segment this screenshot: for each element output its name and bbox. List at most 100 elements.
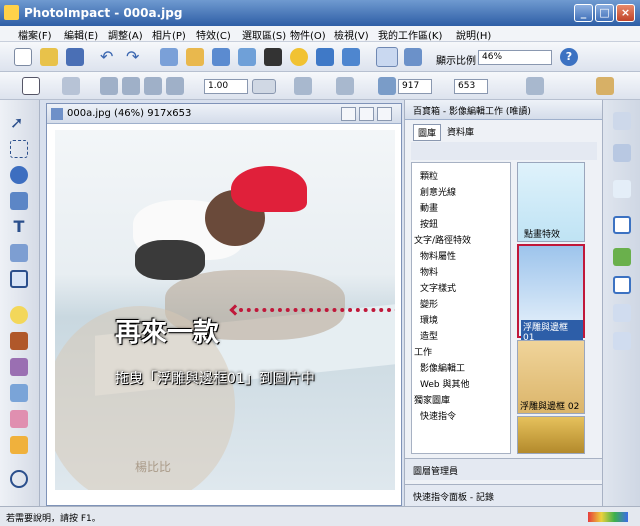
tab-gallery[interactable]: 圖庫 (413, 124, 442, 141)
tree-item[interactable]: 環境 (420, 313, 438, 326)
menu-file[interactable]: 檔案(F) (18, 27, 52, 42)
quick-command-bar[interactable]: 快速指令面板 - 記錄 (405, 484, 603, 506)
height-input[interactable]: 653 (454, 79, 488, 94)
scale-icon[interactable] (378, 77, 396, 95)
panel-icon[interactable] (613, 248, 631, 266)
selection-tool-icon[interactable] (10, 140, 28, 158)
panel-icon[interactable] (613, 112, 631, 130)
view-icon[interactable] (404, 48, 422, 66)
align-icon[interactable] (336, 77, 354, 95)
position-icon[interactable] (526, 77, 544, 95)
minimize-button[interactable]: _ (574, 4, 593, 22)
crop-tool-icon[interactable] (10, 270, 28, 288)
gallery-tree[interactable]: 顆粒 創意光線 動畫 按鈕 文字/路徑特效 物料屬性 物料 文字樣式 變形 環境… (411, 162, 511, 454)
rotate-left-icon[interactable] (144, 77, 162, 95)
chart-icon[interactable] (212, 48, 230, 66)
thumb-emboss-frame-01[interactable]: 浮雕與邊框 01 (517, 244, 585, 343)
menu-adjust[interactable]: 調整(A) (108, 27, 143, 42)
rotate-spin[interactable] (252, 79, 276, 94)
thumb-emboss-frame-02[interactable]: 浮雕與邊框 02 (517, 340, 585, 414)
panel-icon[interactable] (613, 216, 631, 234)
image-canvas[interactable]: 再來一款 拖曳「浮雕與邊框01」到圖片中 楊比比 (55, 130, 395, 490)
close-button[interactable]: × (616, 4, 635, 22)
redo-icon[interactable]: ↷ (126, 48, 144, 66)
bezier-tool-icon[interactable] (10, 192, 28, 210)
lasso-tool-icon[interactable] (10, 166, 28, 184)
brightness-icon[interactable] (290, 48, 308, 66)
tree-item[interactable]: 變形 (420, 297, 438, 310)
brush-icon[interactable] (264, 48, 282, 66)
bucket-tool-icon[interactable] (10, 436, 28, 454)
menu-photo[interactable]: 相片(P) (152, 27, 186, 42)
tree-item[interactable]: 文字樣式 (420, 281, 456, 294)
tree-item[interactable]: 動畫 (420, 201, 438, 214)
menu-object[interactable]: 物件(O) (290, 27, 326, 42)
select-icon[interactable] (62, 77, 80, 95)
rotate-right-icon[interactable] (166, 77, 184, 95)
thumb-gold[interactable] (517, 416, 585, 454)
panel-icon[interactable] (613, 144, 631, 162)
doc-maximize-button[interactable] (359, 107, 374, 121)
paint-tool-icon[interactable] (10, 332, 28, 350)
tree-item[interactable]: 顆粒 (420, 169, 438, 182)
tree-item[interactable]: 工作 (414, 345, 432, 358)
doc-minimize-button[interactable] (341, 107, 356, 121)
zoom-tool-icon[interactable] (10, 470, 28, 488)
eraser-tool-icon[interactable] (10, 410, 28, 428)
paste-icon[interactable] (186, 48, 204, 66)
tree-item[interactable]: 創意光線 (420, 185, 456, 198)
object-mode-icon[interactable] (22, 77, 40, 95)
monitor-icon[interactable] (316, 48, 334, 66)
tree-item[interactable]: 影像編輯工 (420, 361, 465, 374)
flip-vertical-icon[interactable] (122, 77, 140, 95)
app-logo-icon (4, 5, 19, 20)
web-icon[interactable] (342, 48, 360, 66)
fill-tool-icon[interactable] (10, 306, 28, 324)
standard-toolbar: ↶ ↷ 顯示比例 46% ? (0, 42, 640, 72)
tree-item[interactable]: Web 與其他 (420, 377, 469, 390)
maximize-button[interactable]: □ (595, 4, 614, 22)
tool-mode-icon[interactable] (376, 47, 398, 67)
tree-item[interactable]: 快速指令 (420, 409, 456, 422)
tree-item[interactable]: 按鈕 (420, 217, 438, 230)
open-icon[interactable] (40, 48, 58, 66)
tab-library[interactable]: 資料庫 (443, 124, 478, 139)
width-input[interactable]: 917 (398, 79, 432, 94)
pick-tool-icon[interactable]: ➚ (10, 114, 28, 132)
zoom-select[interactable]: 46% (478, 50, 552, 65)
save-icon[interactable] (66, 48, 84, 66)
tree-item[interactable]: 造型 (420, 329, 438, 342)
menu-view[interactable]: 檢視(V) (334, 27, 369, 42)
panel-icon[interactable] (613, 304, 631, 322)
copy-icon[interactable] (160, 48, 178, 66)
clone-tool-icon[interactable] (10, 358, 28, 376)
home-icon[interactable] (596, 77, 614, 95)
tree-item[interactable]: 物料 (420, 265, 438, 278)
help-icon[interactable]: ? (560, 48, 578, 66)
thumb-dot-effect[interactable]: 點畫特效 (517, 162, 585, 242)
thumb-label: 點畫特效 (524, 230, 561, 240)
layer-manager-bar[interactable]: 圖層管理員 (405, 458, 603, 480)
transform-icon[interactable] (294, 77, 312, 95)
panel-icon[interactable] (613, 180, 631, 198)
menu-effect[interactable]: 特效(C) (196, 27, 231, 42)
panel-icon[interactable] (613, 332, 631, 350)
flip-horizontal-icon[interactable] (100, 77, 118, 95)
text-tool-icon[interactable]: T (10, 218, 28, 236)
menu-selection[interactable]: 選取區(S) (242, 27, 286, 42)
menu-edit[interactable]: 編輯(E) (64, 27, 98, 42)
panel-icon[interactable] (613, 276, 631, 294)
undo-icon[interactable]: ↶ (100, 48, 118, 66)
tree-item[interactable]: 物料屬性 (420, 249, 456, 262)
status-text: 若需要說明，請按 F1。 (6, 514, 101, 524)
new-icon[interactable] (14, 48, 32, 66)
tree-item[interactable]: 文字/路徑特效 (414, 233, 471, 246)
menu-workspace[interactable]: 我的工作區(K) (378, 27, 442, 42)
menu-help[interactable]: 說明(H) (456, 27, 491, 42)
retouch-tool-icon[interactable] (10, 384, 28, 402)
transform-tool-icon[interactable] (10, 244, 28, 262)
doc-close-button[interactable] (377, 107, 392, 121)
image-icon[interactable] (238, 48, 256, 66)
tree-item[interactable]: 獨家圖庫 (414, 393, 450, 406)
rotate-input[interactable]: 1.00 (204, 79, 248, 94)
